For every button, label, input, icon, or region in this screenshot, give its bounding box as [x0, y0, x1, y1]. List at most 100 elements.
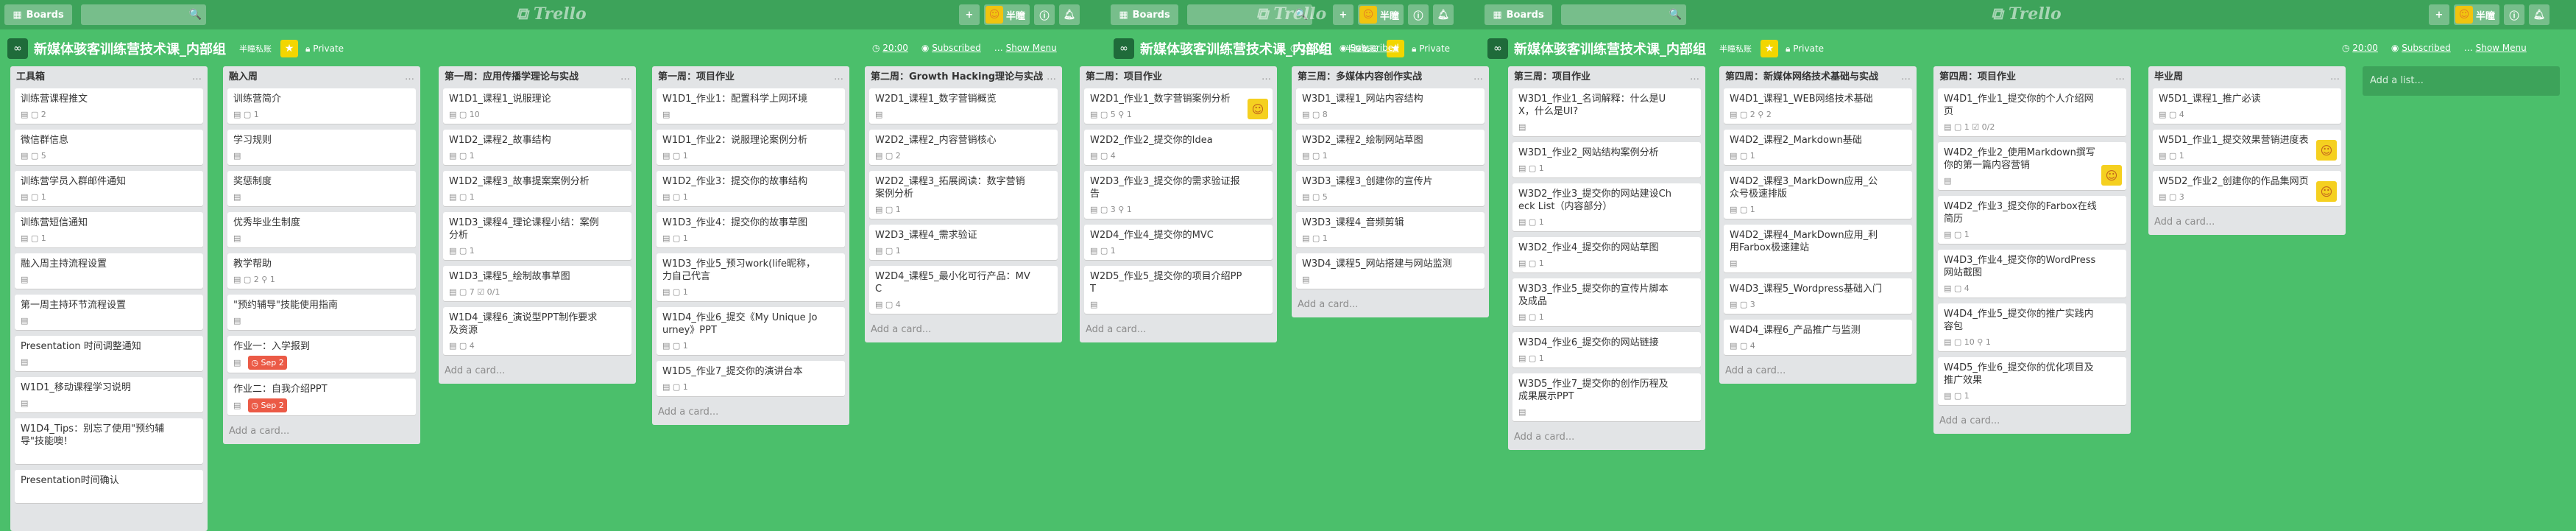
privacy-label[interactable]: 🔒︎ Private: [1412, 43, 1450, 54]
boards-button[interactable]: ▦ Boards: [1485, 4, 1552, 25]
list-title[interactable]: 第二周：项目作业: [1086, 71, 1162, 84]
info-icon[interactable]: ⓘ: [2504, 4, 2525, 25]
add-button[interactable]: +: [1333, 4, 1354, 25]
list-card[interactable]: W1D4_Tips：别忘了使用"预约辅导"技能噢！: [15, 418, 203, 464]
search-input[interactable]: 🔍: [81, 4, 206, 25]
list-menu-icon[interactable]: …: [1047, 71, 1056, 84]
list-card[interactable]: W2D2_作业2_提交你的Idea ▤ ▢ 4: [1084, 130, 1273, 165]
list-card[interactable]: W1D5_作业7_提交你的演讲台本 ▤ ▢ 1: [657, 361, 845, 396]
list-card[interactable]: W1D3_作业4：提交你的故事草图 ▤ ▢ 1: [657, 212, 845, 247]
board-team[interactable]: 半瞳私账: [1719, 43, 1752, 54]
list-title[interactable]: 第二周：Growth Hacking理论与实战: [871, 71, 1043, 84]
add-card-link[interactable]: Add a card...: [657, 402, 845, 425]
list-title[interactable]: 第四周：项目作业: [1939, 71, 2016, 84]
list-menu-icon[interactable]: …: [1690, 71, 1699, 84]
list-card[interactable]: W2D1_作业1_数字营销案例分析 ▤ ▢ 5 ⚲ 1 ☺: [1084, 88, 1273, 124]
list-card[interactable]: W1D4_课程6_演说型PPT制作要求及资源 ▤ ▢ 4: [443, 307, 631, 355]
list-card[interactable]: W1D1_移动课程学习说明 ▤: [15, 377, 203, 412]
list-menu-icon[interactable]: …: [2330, 71, 2340, 84]
show-menu-link[interactable]: … Show Menu: [994, 43, 1057, 53]
info-icon[interactable]: ⓘ: [1034, 4, 1055, 25]
search-input[interactable]: 🔍: [1561, 4, 1686, 25]
due-time[interactable]: ◷ 20:00: [872, 43, 908, 53]
privacy-label[interactable]: 🔒︎ Private: [305, 43, 344, 54]
list-card[interactable]: W2D4_作业4_提交你的MVC ▤ ▢ 1: [1084, 225, 1273, 260]
info-icon[interactable]: ⓘ: [1408, 4, 1429, 25]
list-card[interactable]: W1D3_作业5_预习work(life昵称，力自己代言 ▤ ▢ 1: [657, 253, 845, 301]
list-card[interactable]: W2D3_作业3_提交你的需求验证报告 ▤ ▢ 3 ⚲ 1: [1084, 171, 1273, 219]
list-title[interactable]: 第三周：多媒体内容创作实战: [1298, 71, 1422, 84]
add-card-link[interactable]: Add a card...: [869, 320, 1058, 342]
list-card[interactable]: W5D2_作业2_创建你的作品集网页 ▤ ▢ 3 ☺: [2153, 171, 2341, 206]
board-title[interactable]: 新媒体骇客训练营技术课_内部组: [34, 39, 226, 58]
list-card[interactable]: W4D1_课程1_WEB网络技术基础 ▤ ▢ 2 ⚲ 2: [1724, 88, 1912, 124]
list-card[interactable]: W4D4_课程6_产品推广与监测 ▤ ▢ 4: [1724, 320, 1912, 355]
list-card[interactable]: W4D3_课程5_Wordpress基础入门 ▤ ▢ 3: [1724, 278, 1912, 314]
list-card[interactable]: W1D3_课程5_绘制故事草图 ▤ ▢ 7 ☑ 0/1: [443, 266, 631, 301]
list-title[interactable]: 第三周：项目作业: [1514, 71, 1590, 84]
subscribed-label[interactable]: ◉ Subscribed: [1340, 43, 1399, 53]
list-card[interactable]: W3D1_作业1_名词解释：什么是UX，什么是UI? ▤: [1512, 88, 1701, 136]
add-button[interactable]: +: [959, 4, 980, 25]
notifications-icon[interactable]: 🔔︎: [1059, 4, 1080, 25]
card-member-avatar[interactable]: ☺: [2101, 165, 2122, 186]
add-card-link[interactable]: Add a card...: [1938, 411, 2126, 434]
card-member-avatar[interactable]: ☺: [2316, 181, 2337, 202]
list-card[interactable]: W3D1_课程1_网站内容结构 ▤ ▢ 8: [1296, 88, 1485, 124]
list-card[interactable]: W3D4_作业6_提交你的网站链接 ▤ ▢ 1: [1512, 332, 1701, 368]
list-card[interactable]: W1D3_课程4_理论课程小结：案例分析 ▤ ▢ 1: [443, 212, 631, 260]
list-menu-icon[interactable]: …: [405, 71, 414, 84]
subscribed-label[interactable]: ◉ Subscribed: [921, 43, 981, 53]
list-card[interactable]: W3D1_作业2_网站结构案例分析 ▤ ▢ 1: [1512, 142, 1701, 177]
list-card[interactable]: W2D4_课程5_最小化可行产品：MVC ▤ ▢ 4: [869, 266, 1058, 314]
list-menu-icon[interactable]: …: [2115, 71, 2125, 84]
list-card[interactable]: 作业二：自我介绍PPT ▤ ◷ Sep 2: [227, 379, 416, 415]
list-card[interactable]: 优秀毕业生制度 ▤: [227, 212, 416, 247]
list-card[interactable]: W4D2_课程3_MarkDown应用_公众号极速排版 ▤ ▢ 1: [1724, 171, 1912, 219]
card-member-avatar[interactable]: ☺: [1248, 99, 1268, 119]
list-menu-icon[interactable]: …: [1473, 71, 1483, 84]
list-title[interactable]: 融入周: [229, 71, 258, 84]
star-icon[interactable]: ★: [1761, 40, 1778, 57]
list-title[interactable]: 第四周：新媒体网络技术基础与实战: [1725, 71, 1878, 84]
star-icon[interactable]: ★: [280, 40, 298, 57]
list-card[interactable]: W4D5_作业6_提交你的优化项目及推广效果 ▤ ▢ 1: [1938, 357, 2126, 405]
privacy-label[interactable]: 🔒︎ Private: [1786, 43, 1824, 54]
list-card[interactable]: W5D1_课程1_推广必读 ▤ ▢ 4: [2153, 88, 2341, 124]
due-time[interactable]: ◷ 20:00: [1290, 43, 1326, 53]
list-card[interactable]: W1D2_课程3_故事提案案例分析 ▤ ▢ 1: [443, 171, 631, 206]
list-card[interactable]: W4D3_作业4_提交你的WordPress网站截图 ▤ ▢ 4: [1938, 250, 2126, 298]
list-card[interactable]: W4D2_课程2_Markdown基础 ▤ ▢ 1: [1724, 130, 1912, 165]
list-card[interactable]: Presentation 时间调整通知 ▤: [15, 336, 203, 371]
list-card[interactable]: W3D2_作业3_提交你的网站建设Check List（内容部分） ▤ ▢ 1: [1512, 183, 1701, 231]
boards-button[interactable]: ▦ Boards: [1111, 4, 1178, 25]
show-menu-link[interactable]: … Show Menu: [2464, 43, 2527, 53]
list-card[interactable]: W2D2_课程3_拓展阅读：数字营销案例分析 ▤ ▢ 1: [869, 171, 1058, 219]
list-card[interactable]: W3D3_课程3_创建你的宣传片 ▤ ▢ 5: [1296, 171, 1485, 206]
list-menu-icon[interactable]: …: [1262, 71, 1271, 84]
list-card[interactable]: W3D3_作业5_提交你的宣传片脚本及成品 ▤ ▢ 1: [1512, 278, 1701, 326]
list-card[interactable]: W2D1_课程1_数字营销概览 ▤: [869, 88, 1058, 124]
list-card[interactable]: "预约辅导"技能使用指南 ▤: [227, 295, 416, 330]
card-member-avatar[interactable]: ☺: [2316, 140, 2337, 161]
list-card[interactable]: W4D1_作业1_提交你的个人介绍网页 ▤ ▢ 1 ☑ 0/2: [1938, 88, 2126, 136]
list-card[interactable]: W1D2_课程2_故事结构 ▤ ▢ 1: [443, 130, 631, 165]
subscribed-label[interactable]: ◉ Subscribed: [2391, 43, 2451, 53]
list-title[interactable]: 毕业周: [2154, 71, 2183, 84]
list-card[interactable]: W3D3_课程4_音频剪辑 ▤ ▢ 1: [1296, 212, 1485, 247]
list-card[interactable]: Presentation时间确认: [15, 470, 203, 503]
add-card-link[interactable]: Add a card...: [227, 421, 416, 444]
add-card-link[interactable]: Add a card...: [1084, 320, 1273, 342]
list-card[interactable]: 训练营课程推文 ▤ ▢ 2: [15, 88, 203, 124]
due-time[interactable]: ◷ 20:00: [2342, 43, 2378, 53]
list-card[interactable]: W1D2_作业3：提交你的故事结构 ▤ ▢ 1: [657, 171, 845, 206]
add-list-button[interactable]: Add a list...: [2363, 66, 2560, 96]
list-card[interactable]: W2D5_作业5_提交你的项目介绍PPT ▤: [1084, 266, 1273, 314]
list-card[interactable]: W4D2_作业2_使用Markdown撰写你的第一篇内容营销 ▤ ☺: [1938, 142, 2126, 190]
list-card[interactable]: W1D4_作业6_提交《My Unique Journey》PPT ▤ ▢ 1: [657, 307, 845, 355]
board-title[interactable]: 新媒体骇客训练营技术课_内部组: [1514, 39, 1706, 58]
list-card[interactable]: W4D2_作业3_提交你的Farbox在线简历 ▤ ▢ 1: [1938, 196, 2126, 244]
list-card[interactable]: W3D2_作业4_提交你的网站草图 ▤ ▢ 1: [1512, 237, 1701, 272]
user-menu[interactable]: ☺ 半瞳: [2454, 4, 2500, 25]
list-title[interactable]: 工具箱: [16, 71, 45, 84]
